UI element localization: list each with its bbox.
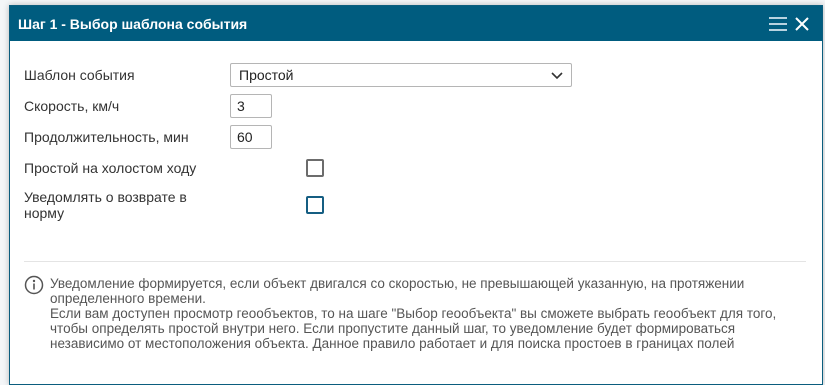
info-block: Уведомление формируется, если объект дви… bbox=[24, 275, 784, 351]
template-select[interactable]: Простой bbox=[230, 63, 572, 87]
info-line: чтобы определять простой внутри него. Ес… bbox=[50, 321, 736, 336]
speed-input[interactable]: 3 bbox=[230, 94, 272, 118]
template-row: Шаблон события Простой bbox=[24, 63, 572, 87]
template-label: Шаблон события bbox=[24, 67, 135, 83]
notify-return-label: Уведомлять о возврате в норму bbox=[24, 189, 187, 221]
info-text: Уведомление формируется, если объект дви… bbox=[50, 276, 776, 351]
info-icon bbox=[24, 275, 44, 295]
speed-label: Скорость, км/ч bbox=[24, 98, 120, 114]
menu-icon[interactable] bbox=[768, 14, 788, 34]
info-line: определенного времени. bbox=[50, 291, 206, 306]
event-template-dialog: Шаг 1 - Выбор шаблона события Шаблон соб… bbox=[9, 5, 823, 385]
chevron-down-icon bbox=[551, 67, 563, 83]
info-line: Если вам доступен просмотр геообъектов, … bbox=[50, 306, 777, 321]
speed-row: Скорость, км/ч 3 bbox=[24, 94, 272, 118]
divider bbox=[24, 261, 806, 262]
template-select-value: Простой bbox=[239, 67, 294, 83]
duration-input[interactable]: 60 bbox=[230, 125, 272, 149]
idle-label: Простой на холостом ходу bbox=[24, 160, 197, 176]
notify-return-checkbox[interactable] bbox=[306, 196, 324, 214]
info-line: Уведомление формируется, если объект дви… bbox=[50, 276, 745, 291]
notify-return-row: Уведомлять о возврате в норму bbox=[24, 189, 324, 221]
info-line: независимо от местоположения объекта. Да… bbox=[50, 336, 735, 351]
dialog-title: Шаг 1 - Выбор шаблона события bbox=[18, 15, 248, 32]
idle-row: Простой на холостом ходу bbox=[24, 159, 324, 177]
close-icon[interactable] bbox=[792, 14, 812, 34]
idle-checkbox[interactable] bbox=[306, 159, 324, 177]
dialog-titlebar: Шаг 1 - Выбор шаблона события bbox=[10, 6, 822, 41]
duration-label: Продолжительность, мин bbox=[24, 129, 189, 145]
duration-row: Продолжительность, мин 60 bbox=[24, 125, 272, 149]
